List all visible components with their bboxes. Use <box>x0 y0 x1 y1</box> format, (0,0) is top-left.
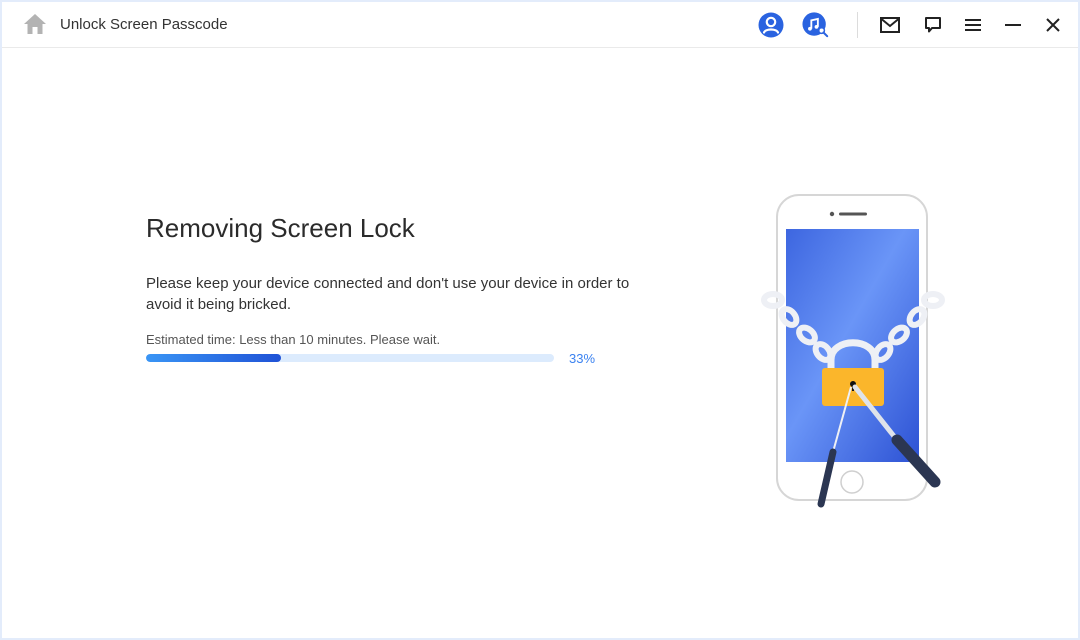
minimize-icon[interactable] <box>999 11 1027 39</box>
title-bar: Unlock Screen Passcode <box>2 2 1078 48</box>
progress-bar <box>146 354 554 362</box>
progress-percent: 33% <box>569 351 596 366</box>
toolbar-separator <box>857 12 858 38</box>
close-icon[interactable] <box>1039 11 1067 39</box>
home-icon[interactable] <box>22 12 48 36</box>
mail-icon[interactable] <box>876 11 904 39</box>
feedback-icon[interactable] <box>919 11 947 39</box>
page-title: Removing Screen Lock <box>146 213 415 243</box>
menu-icon[interactable] <box>959 11 987 39</box>
estimated-time: Estimated time: Less than 10 minutes. Pl… <box>146 332 441 347</box>
account-icon[interactable] <box>757 11 785 39</box>
music-search-icon[interactable] <box>802 11 830 39</box>
app-window: Unlock Screen Passcode Removing Screen L… <box>2 2 1078 638</box>
app-title: Unlock Screen Passcode <box>60 16 228 33</box>
locked-phone-illustration <box>757 192 952 517</box>
progress-fill <box>146 354 281 362</box>
instruction-text: Please keep your device connected and do… <box>146 275 630 313</box>
